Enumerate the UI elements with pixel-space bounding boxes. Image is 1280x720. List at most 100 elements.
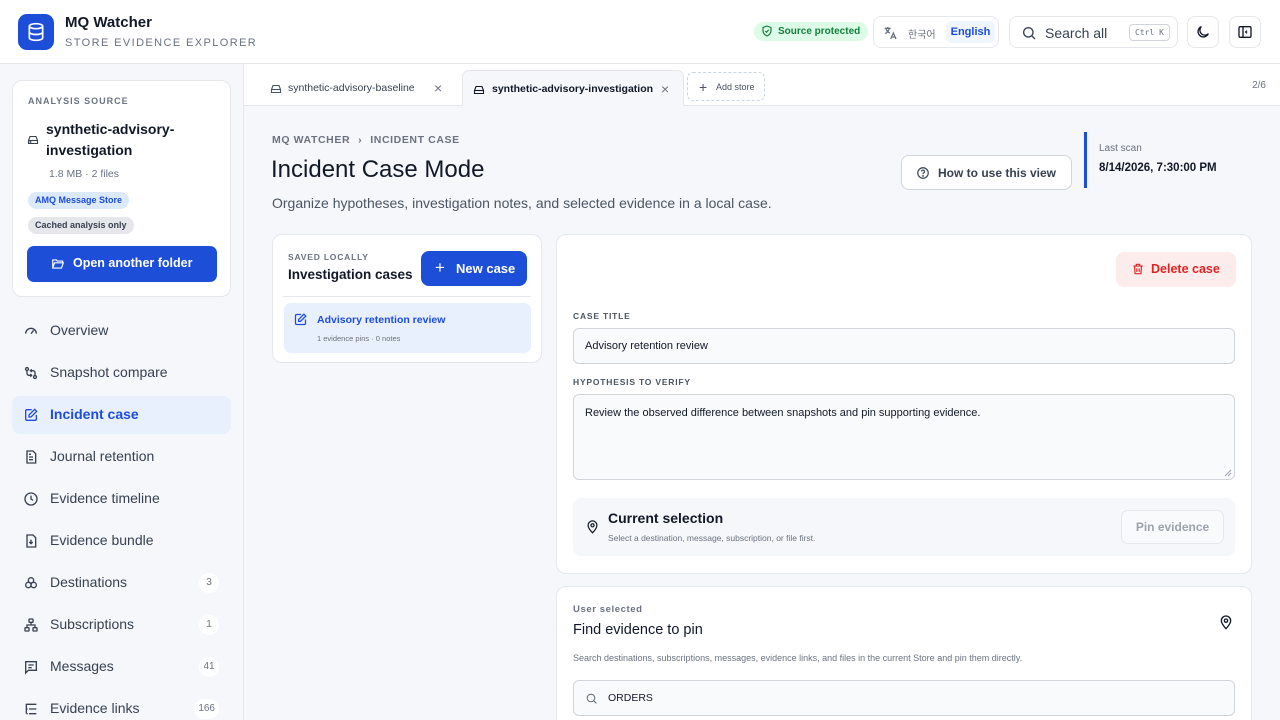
download-file-icon [26, 534, 37, 548]
case-title-input[interactable]: Advisory retention review [573, 328, 1235, 364]
analysis-source-card: ANALYSIS SOURCE synthetic-advisory-inves… [12, 80, 231, 297]
source-name: synthetic-advisory-investigation [46, 121, 175, 158]
sidebar-item-evidence-links[interactable]: Evidence links 166 [12, 690, 231, 720]
resize-handle-icon [1224, 469, 1232, 477]
gauge-icon [25, 327, 37, 335]
breadcrumb-root[interactable]: MQ WATCHER [272, 134, 350, 146]
investigation-cases-panel: SAVED LOCALLY Investigation cases + New … [272, 234, 542, 363]
boxes-icon [25, 577, 37, 589]
tab-label: synthetic-advisory-baseline [288, 82, 415, 94]
current-selection-hint: Select a destination, message, subscript… [608, 533, 816, 543]
toggle-panel-button[interactable] [1229, 16, 1261, 48]
sidebar-item-messages[interactable]: Messages 41 [12, 648, 231, 686]
hypothesis-label: HYPOTHESIS TO VERIFY [573, 377, 691, 387]
map-pin-icon [587, 520, 598, 534]
sidebar-item-journal-retention[interactable]: Journal retention [12, 438, 231, 476]
sidebar: ANALYSIS SOURCE synthetic-advisory-inves… [0, 64, 244, 720]
trash-icon [1133, 263, 1143, 275]
close-tab-icon[interactable]: × [434, 80, 442, 96]
sidebar-item-label: Overview [50, 322, 109, 338]
sidebar-item-subscriptions[interactable]: Subscriptions 1 [12, 606, 231, 644]
sidebar-item-label: Evidence links [50, 700, 140, 716]
how-to-use-button[interactable]: How to use this view [901, 155, 1072, 190]
sidebar-item-evidence-bundle[interactable]: Evidence bundle [12, 522, 231, 560]
store-tab-strip: synthetic-advisory-baseline × synthetic-… [244, 64, 1280, 106]
lang-english-option[interactable]: English [946, 21, 995, 43]
app-name: MQ Watcher [65, 14, 152, 31]
close-tab-icon[interactable]: × [661, 81, 669, 97]
edit-case-icon [25, 408, 38, 421]
edit-case-icon [294, 313, 307, 326]
hypothesis-textarea[interactable]: Review the observed difference between s… [573, 394, 1235, 480]
panel-left-icon [1238, 26, 1252, 38]
sidebar-item-label: Destinations [50, 574, 128, 590]
source-meta: 1.8 MB · 2 files [49, 168, 120, 180]
hypothesis-text: Review the observed difference between s… [585, 407, 981, 419]
current-selection-box: Current selection Select a destination, … [573, 498, 1235, 556]
new-case-button[interactable]: + New case [421, 251, 527, 286]
case-item-title: Advisory retention review [317, 314, 446, 326]
app-subtitle: STORE EVIDENCE EXPLORER [65, 37, 258, 49]
theme-toggle-button[interactable] [1187, 16, 1219, 48]
tab-synthetic-advisory-investigation[interactable]: synthetic-advisory-investigation × [462, 70, 684, 106]
cache-mode-tag: Cached analysis only [28, 217, 134, 234]
network-icon [24, 618, 38, 632]
sidebar-item-count: 41 [199, 657, 219, 677]
cases-title: Investigation cases [288, 267, 413, 282]
sidebar-item-label: Evidence timeline [50, 490, 160, 506]
search-query: ORDERS [608, 692, 653, 704]
tab-label: synthetic-advisory-investigation [492, 83, 654, 95]
add-store-button[interactable]: + Add store [687, 72, 765, 101]
sidebar-item-count: 166 [194, 699, 219, 719]
finder-kicker: User selected [573, 604, 643, 615]
clock-icon [24, 492, 38, 506]
breadcrumb: MQ WATCHER › INCIDENT CASE [272, 134, 460, 146]
sidebar-item-incident-case[interactable]: Incident case [12, 396, 231, 434]
cases-kicker: SAVED LOCALLY [288, 252, 369, 262]
list-tree-icon [25, 703, 37, 715]
map-pin-icon [1220, 615, 1232, 630]
sidebar-item-count: 3 [199, 573, 219, 593]
case-list-item[interactable]: Advisory retention review 1 evidence pin… [284, 303, 531, 353]
shield-check-icon [762, 25, 772, 37]
chevron-right-icon: › [358, 134, 363, 146]
sidebar-item-overview[interactable]: Overview [12, 312, 231, 350]
database-logo-icon [18, 14, 54, 50]
open-folder-button[interactable]: Open another folder [27, 246, 217, 282]
page-title: Incident Case Mode [271, 156, 485, 183]
pin-evidence-button[interactable]: Pin evidence [1121, 510, 1224, 544]
last-scan-value: 8/14/2026, 7:30:00 PM [1099, 162, 1217, 174]
plus-icon: + [435, 258, 445, 277]
evidence-search-input[interactable]: ORDERS [573, 680, 1235, 716]
plus-icon: + [699, 79, 708, 95]
sidebar-item-snapshot-compare[interactable]: Snapshot compare [12, 354, 231, 392]
delete-case-button[interactable]: Delete case [1116, 252, 1236, 287]
store-type-tag: AMQ Message Store [28, 192, 130, 209]
case-item-meta: 1 evidence pins · 0 notes [317, 334, 401, 343]
sidebar-item-label: Evidence bundle [50, 532, 154, 548]
last-scan-info: Last scan 8/14/2026, 7:30:00 PM [1084, 132, 1244, 188]
translate-icon [884, 27, 897, 40]
find-evidence-panel: User selected Find evidence to pin Searc… [556, 586, 1252, 720]
sidebar-item-evidence-timeline[interactable]: Evidence timeline [12, 480, 231, 518]
page-description: Organize hypotheses, investigation notes… [272, 195, 772, 211]
search-all-button[interactable]: Search all Ctrl K [1009, 16, 1178, 48]
top-bar: MQ Watcher STORE EVIDENCE EXPLORER Sourc… [0, 0, 1280, 64]
sidebar-item-label: Journal retention [50, 448, 155, 464]
divider [283, 296, 531, 297]
case-editor-panel: Delete case CASE TITLE Advisory retentio… [556, 234, 1252, 574]
shortcut-hint: Ctrl K [1129, 24, 1170, 41]
sidebar-item-destinations[interactable]: Destinations 3 [12, 564, 231, 602]
search-icon [1022, 27, 1036, 40]
hard-drive-icon [473, 85, 485, 95]
current-selection-title: Current selection [608, 510, 724, 526]
tab-count: 2/6 [1252, 80, 1266, 91]
sidebar-item-label: Subscriptions [50, 616, 135, 632]
tab-synthetic-advisory-baseline[interactable]: synthetic-advisory-baseline × [244, 70, 460, 106]
lang-korean-option[interactable]: 한국어 [908, 26, 936, 41]
journal-icon [26, 450, 37, 464]
breadcrumb-current: INCIDENT CASE [370, 134, 460, 146]
moon-icon [1197, 26, 1209, 38]
finder-description: Search destinations, subscriptions, mess… [573, 653, 1023, 663]
hard-drive-icon [270, 84, 282, 94]
